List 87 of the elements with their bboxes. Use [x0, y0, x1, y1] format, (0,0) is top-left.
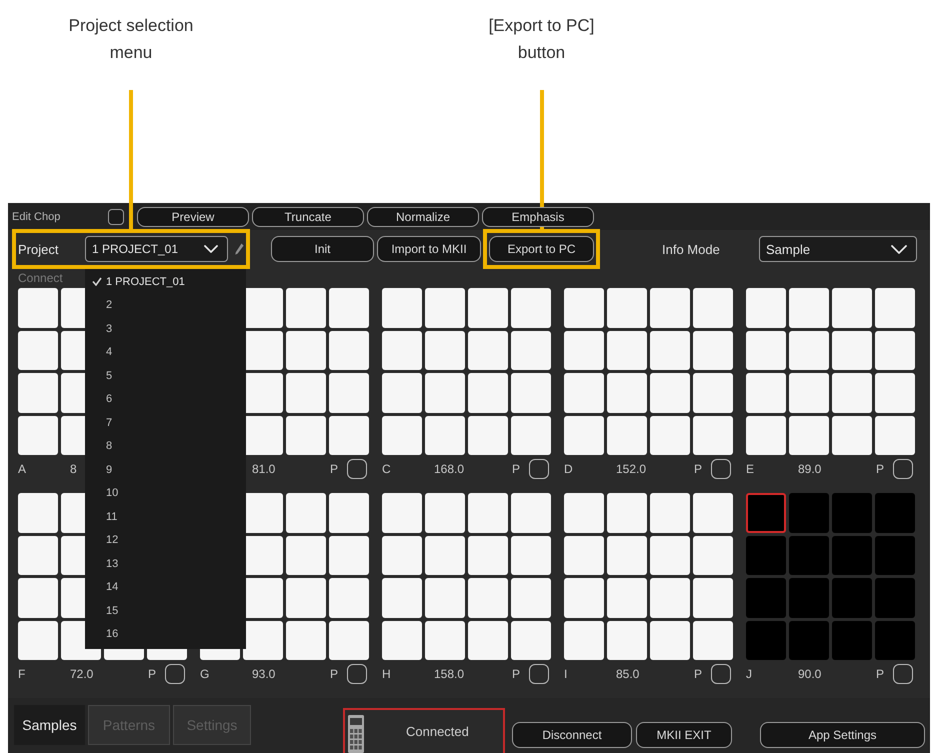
bank-letter: G: [200, 666, 210, 683]
toolbar-button[interactable]: MKII EXIT: [636, 722, 732, 748]
pad[interactable]: [243, 536, 283, 575]
flag-label: P: [694, 461, 702, 478]
bank-letter: A: [18, 461, 26, 478]
toolbar-button[interactable]: Truncate: [252, 206, 364, 226]
menu-item[interactable]: 4: [85, 340, 246, 364]
bank-value: 8: [70, 461, 77, 478]
menu-item[interactable]: 7: [85, 411, 246, 434]
callout-text: Project selection menu: [68, 15, 194, 64]
bank-letter: E: [746, 461, 754, 478]
bank-letter: J: [746, 666, 752, 683]
menu-item[interactable]: 5: [85, 364, 246, 388]
toolbar-button[interactable]: Normalize: [367, 206, 479, 226]
chevron-down-icon: [204, 245, 218, 253]
checkbox[interactable]: [893, 459, 913, 479]
flag-label: P: [876, 461, 884, 478]
bank-value: 81.0: [252, 461, 276, 478]
flag-label: P: [148, 666, 156, 683]
flag-label: P: [330, 461, 338, 478]
flag-label: P: [512, 666, 520, 683]
status-text: Connect: [18, 271, 63, 285]
project-label: Project: [18, 242, 60, 256]
connection-status: Connected: [406, 724, 469, 739]
pad[interactable]: [243, 416, 283, 455]
menu-item[interactable]: 13: [85, 552, 246, 576]
tab[interactable]: Samples: [14, 705, 85, 745]
flag-label: P: [694, 666, 702, 683]
bank-value: 93.0: [252, 666, 276, 683]
toolbar-button[interactable]: Export to PC: [489, 236, 594, 262]
checkbox[interactable]: [711, 459, 731, 479]
toolbar-button[interactable]: Preview: [137, 206, 249, 226]
info-mode-dropdown[interactable]: Sample: [759, 236, 917, 262]
pad[interactable]: [243, 330, 283, 370]
menu-item[interactable]: 14: [85, 576, 246, 599]
menu-item[interactable]: 16: [85, 622, 246, 646]
bank-letter: I: [564, 666, 568, 683]
checkbox[interactable]: [347, 459, 367, 479]
toolbar-button[interactable]: Import to MKII: [377, 236, 481, 262]
pad[interactable]: [243, 620, 283, 660]
bank-value: 85.0: [616, 666, 640, 683]
checkbox[interactable]: [893, 664, 913, 684]
check-icon: [92, 277, 102, 286]
project-dropdown[interactable]: 1 PROJECT_01: [85, 236, 228, 262]
pencil-icon: [235, 243, 244, 255]
checkbox[interactable]: [108, 208, 124, 224]
checkbox[interactable]: [711, 664, 731, 684]
menu-item[interactable]: 10: [85, 482, 246, 505]
toolbar-button[interactable]: App Settings: [760, 722, 925, 748]
bank-letter: D: [564, 461, 573, 478]
bank-letter: H: [382, 666, 391, 683]
bank-value: 158.0: [434, 666, 464, 683]
toolbar-button[interactable]: Emphasis: [482, 206, 594, 226]
bank-value: 168.0: [434, 461, 464, 478]
bank-value: 72.0: [70, 666, 94, 683]
bank-value: 152.0: [616, 461, 646, 478]
chevron-down-icon: [891, 244, 907, 254]
pad[interactable]: [243, 493, 283, 532]
checkbox[interactable]: [165, 664, 185, 684]
checkbox[interactable]: [347, 664, 367, 684]
menu-item[interactable]: 11: [85, 505, 246, 528]
menu-item[interactable]: 9: [85, 458, 246, 482]
bank-value: 90.0: [798, 666, 822, 683]
menu-item[interactable]: 3: [85, 317, 246, 340]
menu-item[interactable]: 12: [85, 528, 246, 552]
menu-item[interactable]: 15: [85, 599, 246, 622]
menu-item[interactable]: 6: [85, 388, 246, 411]
pad[interactable]: [243, 288, 283, 328]
pad[interactable]: [243, 373, 283, 412]
bank-letter: C: [382, 461, 391, 478]
flag-label: P: [330, 666, 338, 683]
bank-value: 89.0: [798, 461, 822, 478]
toolbar-button[interactable]: Disconnect: [512, 722, 632, 748]
device-icon: [348, 714, 364, 752]
checkbox[interactable]: [529, 664, 549, 684]
menu-item[interactable]: 2: [85, 294, 246, 317]
menu-item[interactable]: 1 PROJECT_01: [85, 270, 246, 294]
flag-label: P: [512, 461, 520, 478]
checkbox[interactable]: [529, 459, 549, 479]
flag-label: P: [876, 666, 884, 683]
menu-item[interactable]: 8: [85, 434, 246, 458]
bank-letter: F: [18, 666, 26, 683]
toolbar-button[interactable]: Init: [271, 236, 374, 262]
info-mode-label: Info Mode: [662, 242, 721, 256]
pad[interactable]: [243, 578, 283, 618]
edit-chop-label: Edit Chop: [12, 210, 62, 222]
callout-text: [Export to PC] button: [488, 15, 596, 64]
